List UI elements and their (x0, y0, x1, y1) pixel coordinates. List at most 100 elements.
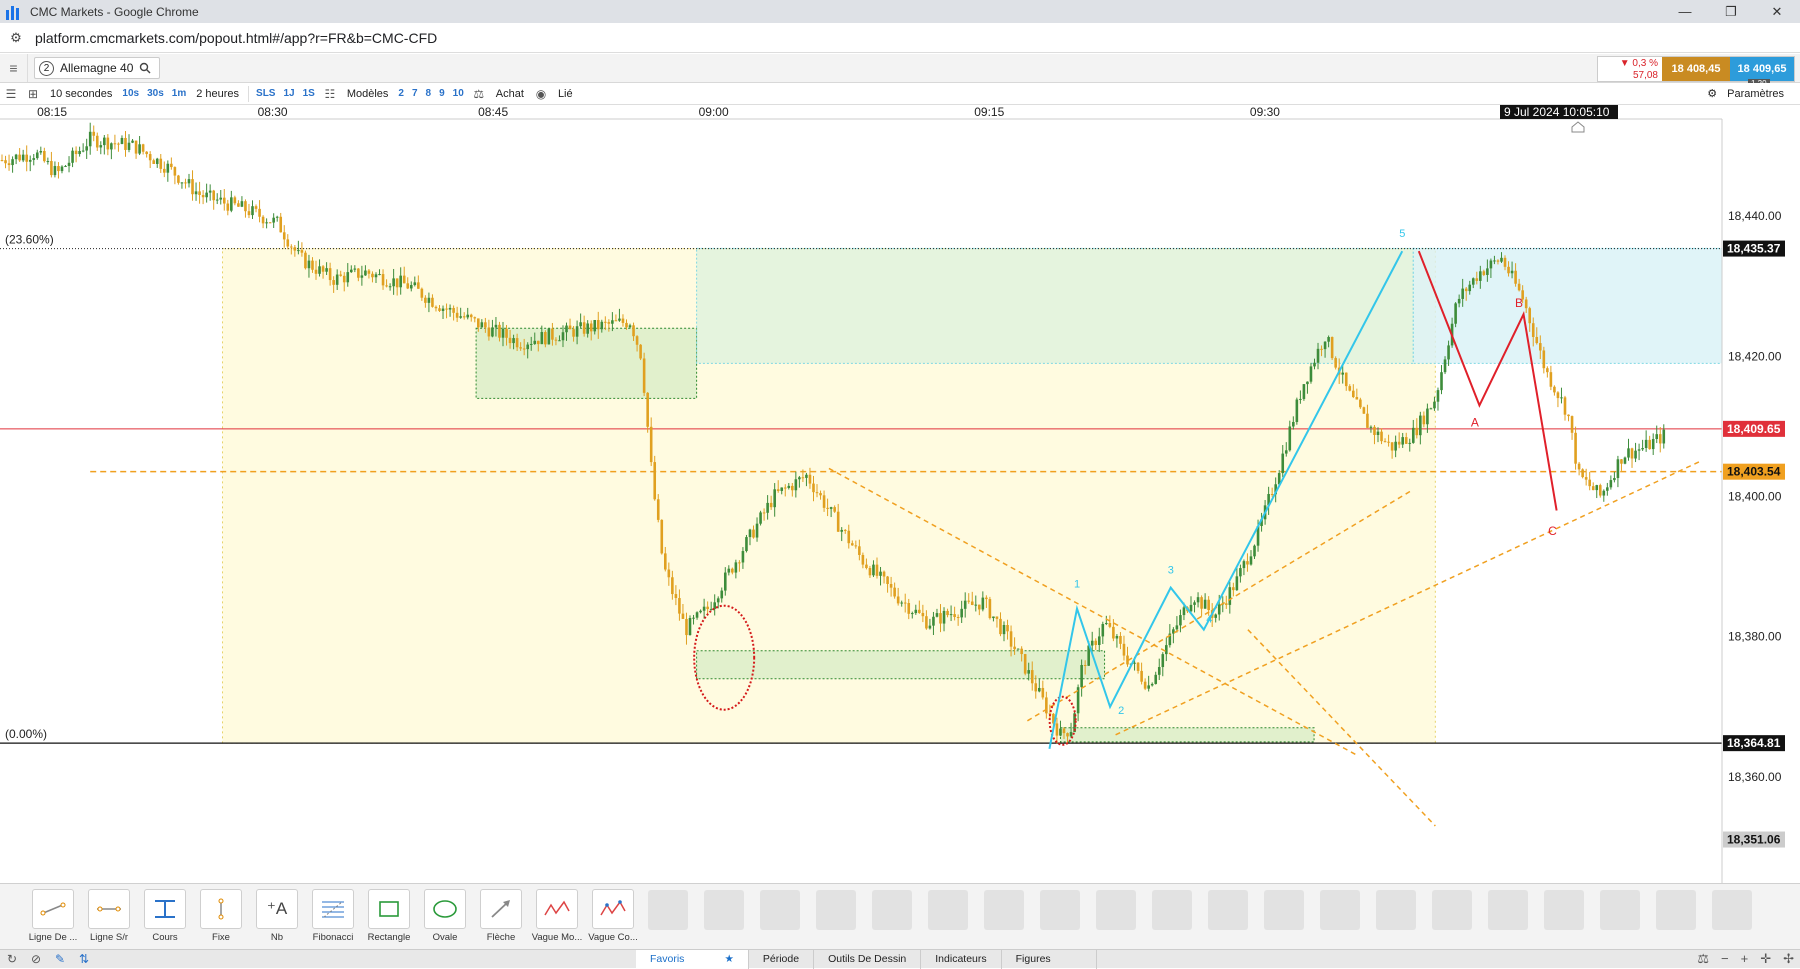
search-icon[interactable] (139, 62, 151, 74)
range-1s[interactable]: 1S (299, 88, 319, 99)
tab-periode[interactable]: Période (749, 949, 815, 969)
candle-body (1359, 399, 1362, 408)
candle-body (11, 159, 14, 166)
candle-body (88, 131, 92, 147)
candle-body (1009, 631, 1013, 647)
pencil-icon[interactable]: ✎ (48, 952, 72, 966)
candle-body (120, 137, 124, 144)
settings-gear-icon[interactable]: ⚙ (1707, 87, 1717, 100)
price-tick-label: 18,400.00 (1728, 489, 1782, 503)
candle-body (815, 492, 819, 494)
candle-body (1200, 597, 1203, 609)
lie-button[interactable]: Lié (552, 88, 579, 100)
chart-area[interactable]: (23.60%) (0.00%) 1 2 3 4 5 A B C 08:15 08:30 08:45… (0, 105, 1800, 883)
candle-body (875, 564, 879, 576)
candle-body (1136, 662, 1140, 671)
tool-cours[interactable]: Cours (137, 889, 193, 943)
candle-body (1094, 640, 1098, 645)
range-sls[interactable]: SLS (252, 88, 279, 99)
tab-indicateurs[interactable]: Indicateurs (921, 949, 1002, 969)
model-9[interactable]: 9 (435, 88, 449, 99)
price-chart[interactable]: (23.60%) (0.00%) 1 2 3 4 5 A B C 08:15 08:30 08:45… (0, 105, 1800, 883)
candle-body (604, 321, 607, 323)
magnet-icon[interactable]: ⇅ (72, 952, 96, 966)
restore-icon[interactable]: ❐ (1708, 0, 1754, 23)
candle-body (335, 274, 339, 285)
tab-figures[interactable]: Figures (1002, 949, 1097, 969)
models-icon[interactable]: ☷ (319, 84, 341, 104)
candle-body (1524, 299, 1528, 309)
tool-vague-mo[interactable]: Vague Mo... (529, 889, 585, 943)
candle-body (822, 495, 826, 508)
candle-body (727, 568, 731, 573)
sell-price-button[interactable]: 18 408,45 (1662, 57, 1730, 81)
hamburger-menu-icon[interactable]: ≡ (0, 54, 28, 82)
list-icon[interactable]: ☰ (0, 84, 22, 104)
model-10[interactable]: 10 (449, 88, 468, 99)
tool-ligne-de[interactable]: Ligne De ... (25, 889, 81, 943)
model-8[interactable]: 8 (422, 88, 436, 99)
candle-body (1581, 469, 1584, 478)
close-icon[interactable]: ✕ (1754, 0, 1800, 23)
candle-body (1574, 432, 1577, 464)
zoom-in-icon[interactable]: + (1741, 951, 1749, 967)
instrument-number: 2 (39, 60, 54, 76)
achat-button[interactable]: Achat (490, 88, 530, 100)
ban-icon[interactable]: ⊘ (24, 952, 48, 966)
tool-rectangle[interactable]: Rectangle (361, 889, 417, 943)
candle-body (1606, 487, 1609, 491)
site-settings-icon[interactable]: ⚙ (5, 27, 27, 49)
layout-grid-icon[interactable]: ⊞ (22, 84, 44, 104)
instrument-selector[interactable]: 2 Allemagne 40 (34, 57, 161, 79)
zoom-out-icon[interactable]: − (1721, 951, 1729, 967)
candle-body (173, 167, 177, 176)
candle-body (667, 569, 671, 578)
candle-body (1538, 343, 1542, 351)
model-2[interactable]: 2 (394, 88, 408, 99)
candle-body (501, 328, 505, 338)
minimize-icon[interactable]: — (1662, 0, 1708, 23)
range-1j[interactable]: 1J (279, 88, 298, 99)
settings-button[interactable]: Paramètres (1721, 88, 1790, 100)
impulse-wave-label-2: 2 (1118, 705, 1124, 717)
range-dropdown[interactable]: 2 heures (190, 88, 245, 100)
tab-favoris[interactable]: Favoris ★ (636, 949, 749, 969)
tool-fleche[interactable]: Flèche (473, 889, 529, 943)
tool-ovale[interactable]: Ovale (417, 889, 473, 943)
candle-body (1228, 587, 1232, 605)
interval-1m[interactable]: 1m (168, 88, 190, 99)
interval-30s[interactable]: 30s (143, 88, 168, 99)
candle-body (1503, 257, 1507, 267)
refresh-icon[interactable]: ↻ (0, 952, 24, 966)
candle-body (205, 192, 208, 198)
scale-icon[interactable]: ⚖ (468, 84, 490, 104)
scale-icon[interactable]: ⚖ (1697, 951, 1709, 967)
candle-body (279, 216, 283, 233)
tool-vague-co[interactable]: Vague Co... (585, 889, 641, 943)
buy-price-button[interactable]: 18 409,65 1,20 (1730, 57, 1794, 88)
candle-body (992, 616, 995, 619)
candle-body (1602, 490, 1606, 496)
crosshair-icon[interactable]: ✛ (1760, 951, 1771, 967)
cmc-app-icon (6, 4, 22, 20)
tool-fibonacci[interactable]: Fibonacci (305, 889, 361, 943)
models-button[interactable]: Modèles (341, 88, 395, 100)
url-text[interactable]: platform.cmcmarkets.com/popout.html#/app… (35, 30, 437, 46)
candle-body (1154, 674, 1158, 684)
price-tick-label: 18,360.00 (1728, 770, 1782, 784)
tool-ligne-sr[interactable]: Ligne S/r (81, 889, 137, 943)
model-7[interactable]: 7 (408, 88, 422, 99)
interval-dropdown[interactable]: 10 secondes (44, 88, 118, 100)
candle-body (1546, 368, 1549, 373)
candle-body (265, 222, 268, 224)
candle-body (43, 151, 46, 162)
candle-body (1560, 397, 1563, 399)
tool-fixe[interactable]: Fixe (193, 889, 249, 943)
interval-10s[interactable]: 10s (118, 88, 143, 99)
tool-nb[interactable]: ⁺A Nb (249, 889, 305, 943)
candle-body (805, 474, 808, 478)
tab-outils-de-dessin[interactable]: Outils De Dessin (814, 949, 922, 969)
empty-tool-slots (648, 890, 1768, 930)
crosshair-alt-icon[interactable]: ✢ (1783, 951, 1794, 967)
eye-icon[interactable]: ◉ (530, 84, 552, 104)
